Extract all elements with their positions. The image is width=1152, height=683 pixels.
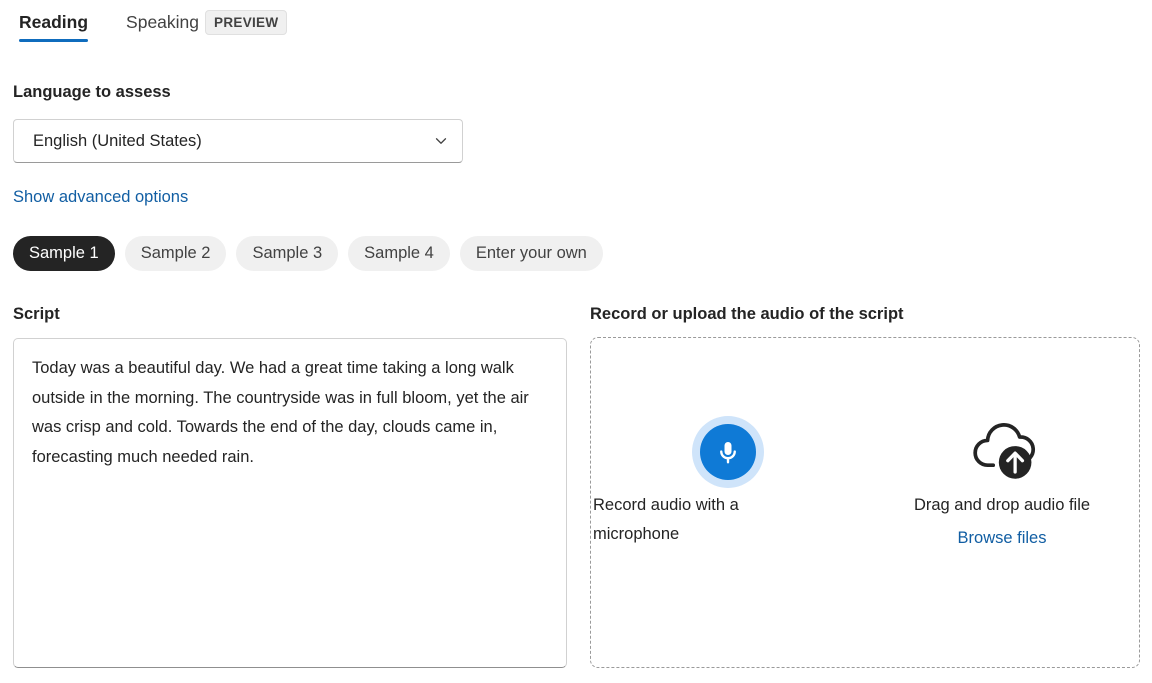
- microphone-icon: [700, 424, 756, 480]
- tab-active-indicator: [19, 39, 88, 42]
- preview-badge: PREVIEW: [205, 10, 287, 35]
- script-text: Today was a beautiful day. We had a grea…: [32, 354, 548, 472]
- browse-files-link[interactable]: Browse files: [958, 529, 1047, 547]
- audio-dropzone[interactable]: Record audio with a microphone Drag and …: [590, 337, 1140, 668]
- tab-reading-label: Reading: [19, 11, 88, 33]
- upload-section-label: Record or upload the audio of the script: [590, 303, 904, 325]
- chevron-down-icon: [432, 132, 450, 150]
- record-icon-slot: [692, 413, 764, 491]
- tab-speaking[interactable]: Speaking PREVIEW: [107, 0, 306, 44]
- tab-speaking-content: Speaking PREVIEW: [126, 10, 287, 35]
- language-section-label: Language to assess: [13, 81, 171, 103]
- language-dropdown[interactable]: English (United States): [13, 119, 463, 163]
- sample-chip-2[interactable]: Sample 2: [125, 236, 227, 271]
- tab-reading[interactable]: Reading: [0, 0, 107, 44]
- tab-speaking-label: Speaking: [126, 11, 199, 33]
- sample-chip-4[interactable]: Sample 4: [348, 236, 450, 271]
- record-button[interactable]: [692, 416, 764, 488]
- script-textarea[interactable]: Today was a beautiful day. We had a grea…: [13, 338, 567, 668]
- sample-chip-enter-your-own[interactable]: Enter your own: [460, 236, 603, 271]
- drag-drop-area: Drag and drop audio file Browse files: [865, 413, 1139, 549]
- cloud-upload-icon: [969, 417, 1041, 488]
- language-dropdown-value: English (United States): [33, 130, 432, 152]
- sample-chip-3[interactable]: Sample 3: [236, 236, 338, 271]
- record-audio-area: Record audio with a microphone: [591, 413, 865, 549]
- tab-bar: Reading Speaking PREVIEW: [0, 0, 1152, 46]
- drop-caption: Drag and drop audio file: [865, 491, 1139, 520]
- sample-chip-group: Sample 1 Sample 2 Sample 3 Sample 4 Ente…: [13, 236, 603, 271]
- upload-icon-slot: [963, 413, 1041, 491]
- script-section-label: Script: [13, 303, 60, 325]
- show-advanced-options-link[interactable]: Show advanced options: [13, 186, 188, 208]
- record-caption: Record audio with a microphone: [591, 491, 781, 549]
- sample-chip-1[interactable]: Sample 1: [13, 236, 115, 271]
- browse-files-wrap: Browse files: [865, 527, 1139, 549]
